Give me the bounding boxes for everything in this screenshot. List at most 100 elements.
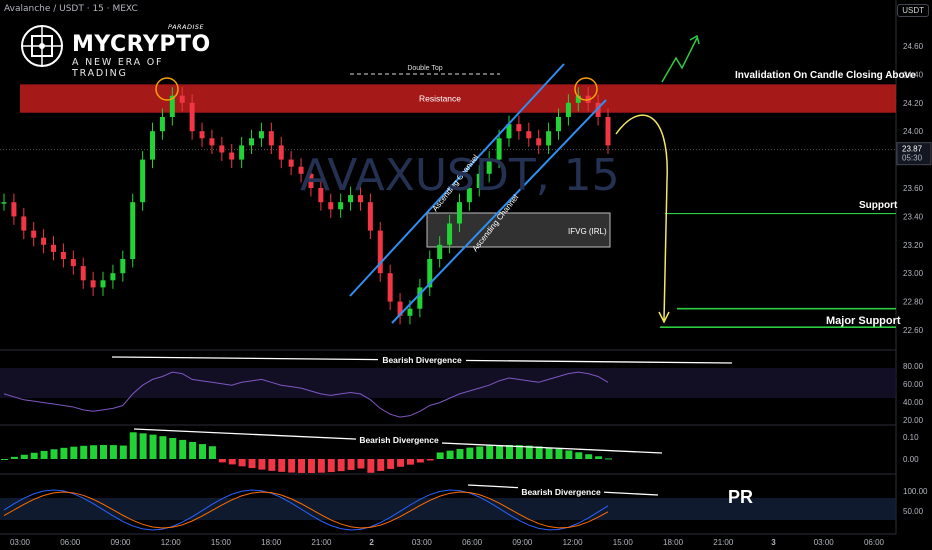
price-tick-label: 23.20 bbox=[903, 241, 924, 250]
time-tick-label: 2 bbox=[369, 538, 374, 547]
candle-body bbox=[41, 237, 47, 245]
macd-bar bbox=[30, 452, 38, 459]
logo-tagline: A NEW ERA OF TRADING bbox=[72, 57, 164, 79]
macd-bar bbox=[119, 445, 127, 459]
candle-body bbox=[278, 145, 284, 160]
price-tick-label: 24.60 bbox=[903, 42, 924, 51]
price-tick-label: 22.80 bbox=[903, 298, 924, 307]
rsi-tick-label: 40.00 bbox=[903, 398, 924, 407]
macd-bar bbox=[1, 459, 8, 460]
candle-body bbox=[130, 202, 136, 259]
macd-bar bbox=[347, 459, 355, 470]
rsi-band bbox=[0, 368, 896, 398]
price-tick-label: 23.00 bbox=[903, 269, 924, 278]
candle-body bbox=[100, 280, 106, 288]
countdown-value: 05:30 bbox=[902, 154, 923, 163]
macd-bar bbox=[545, 447, 553, 459]
candle-body bbox=[605, 117, 611, 146]
price-tick-label: 24.20 bbox=[903, 99, 924, 108]
time-tick-label: 3 bbox=[771, 538, 776, 547]
candle-body bbox=[417, 287, 423, 309]
macd-bar bbox=[129, 432, 137, 459]
macd-bar bbox=[179, 439, 187, 459]
pr-badge: PR bbox=[728, 487, 754, 507]
macd-bar bbox=[387, 459, 395, 469]
macd-bar bbox=[278, 459, 286, 472]
candle-body bbox=[437, 244, 443, 259]
ifvg-label: IFVG (IRL) bbox=[568, 227, 607, 236]
macd-bar bbox=[575, 452, 583, 459]
candle-body bbox=[11, 202, 17, 217]
candle-body bbox=[387, 273, 393, 302]
macd-bar bbox=[218, 459, 226, 463]
price-tick-label: 24.00 bbox=[903, 127, 924, 136]
macd-bar bbox=[109, 445, 117, 459]
macd-bar bbox=[268, 459, 276, 471]
macd-bar bbox=[40, 450, 48, 459]
macd-bar bbox=[50, 449, 58, 459]
candle-body bbox=[407, 308, 413, 316]
macd-bar bbox=[317, 459, 325, 473]
macd-bar bbox=[496, 445, 504, 459]
candle-body bbox=[60, 251, 66, 259]
macd-bar bbox=[337, 459, 345, 472]
rsi-tick-label: 60.00 bbox=[903, 380, 924, 389]
symbol-header: Avalanche / USDT · 15 · MEXC bbox=[4, 4, 138, 14]
macd-bar bbox=[505, 445, 513, 459]
macd-bar bbox=[80, 445, 88, 459]
macd-bar bbox=[416, 459, 424, 463]
double-top-label: Double Top bbox=[407, 65, 442, 72]
candle-body bbox=[338, 202, 344, 210]
time-tick-label: 21:00 bbox=[713, 538, 734, 547]
macd-bar bbox=[565, 450, 573, 459]
candle-body bbox=[80, 266, 86, 281]
macd-bar bbox=[595, 456, 603, 459]
macd-bar bbox=[555, 448, 563, 459]
candle-body bbox=[565, 102, 571, 117]
time-tick-label: 21:00 bbox=[311, 538, 332, 547]
macd-bar bbox=[10, 456, 18, 459]
time-tick-label: 09:00 bbox=[512, 538, 533, 547]
macd-bar bbox=[149, 434, 157, 459]
candle-body bbox=[456, 202, 462, 224]
macd-bar bbox=[476, 446, 484, 459]
macd-bar bbox=[90, 445, 98, 459]
macd-bar bbox=[605, 458, 612, 460]
macd-bar bbox=[456, 449, 464, 459]
macd-bar bbox=[298, 459, 306, 473]
chart-canvas: 24.6024.4024.2024.0023.8023.6023.4023.20… bbox=[0, 0, 932, 547]
stoch-divergence-label: Bearish Divergence bbox=[521, 487, 601, 497]
candle-body bbox=[21, 216, 27, 231]
candle-body bbox=[377, 230, 383, 274]
macd-bar bbox=[60, 447, 68, 459]
candle-body bbox=[516, 124, 522, 132]
candle-body bbox=[51, 244, 57, 252]
currency-button[interactable]: USDT bbox=[897, 4, 929, 17]
candle-body bbox=[229, 152, 235, 160]
logo-brand: MYCRYPTO bbox=[72, 32, 211, 57]
candle-body bbox=[199, 131, 205, 139]
macd-bar bbox=[426, 459, 434, 461]
candle-body bbox=[209, 138, 215, 146]
time-tick-label: 03:00 bbox=[814, 538, 835, 547]
invalidation-path bbox=[661, 37, 698, 83]
candle-body bbox=[536, 138, 542, 146]
candle-body bbox=[249, 138, 255, 146]
macd-bar bbox=[248, 459, 256, 469]
stoch-tick-label: 50.00 bbox=[903, 507, 924, 516]
macd-bar bbox=[169, 437, 177, 459]
candle-body bbox=[1, 202, 7, 204]
macd-bar bbox=[406, 459, 414, 465]
time-tick-label: 03:00 bbox=[10, 538, 31, 547]
resistance-label: Resistance bbox=[419, 94, 461, 104]
candle-body bbox=[546, 131, 552, 146]
macd-bar bbox=[486, 445, 494, 459]
macd-bar bbox=[70, 446, 78, 459]
candle-body bbox=[328, 202, 334, 210]
time-tick-label: 06:00 bbox=[864, 538, 885, 547]
macd-bar bbox=[446, 450, 454, 459]
stoch-tick-label: 100.00 bbox=[903, 487, 928, 496]
logo-paradise: PARADISE bbox=[168, 23, 205, 31]
candle-body bbox=[70, 259, 76, 267]
candle-body bbox=[367, 202, 373, 231]
